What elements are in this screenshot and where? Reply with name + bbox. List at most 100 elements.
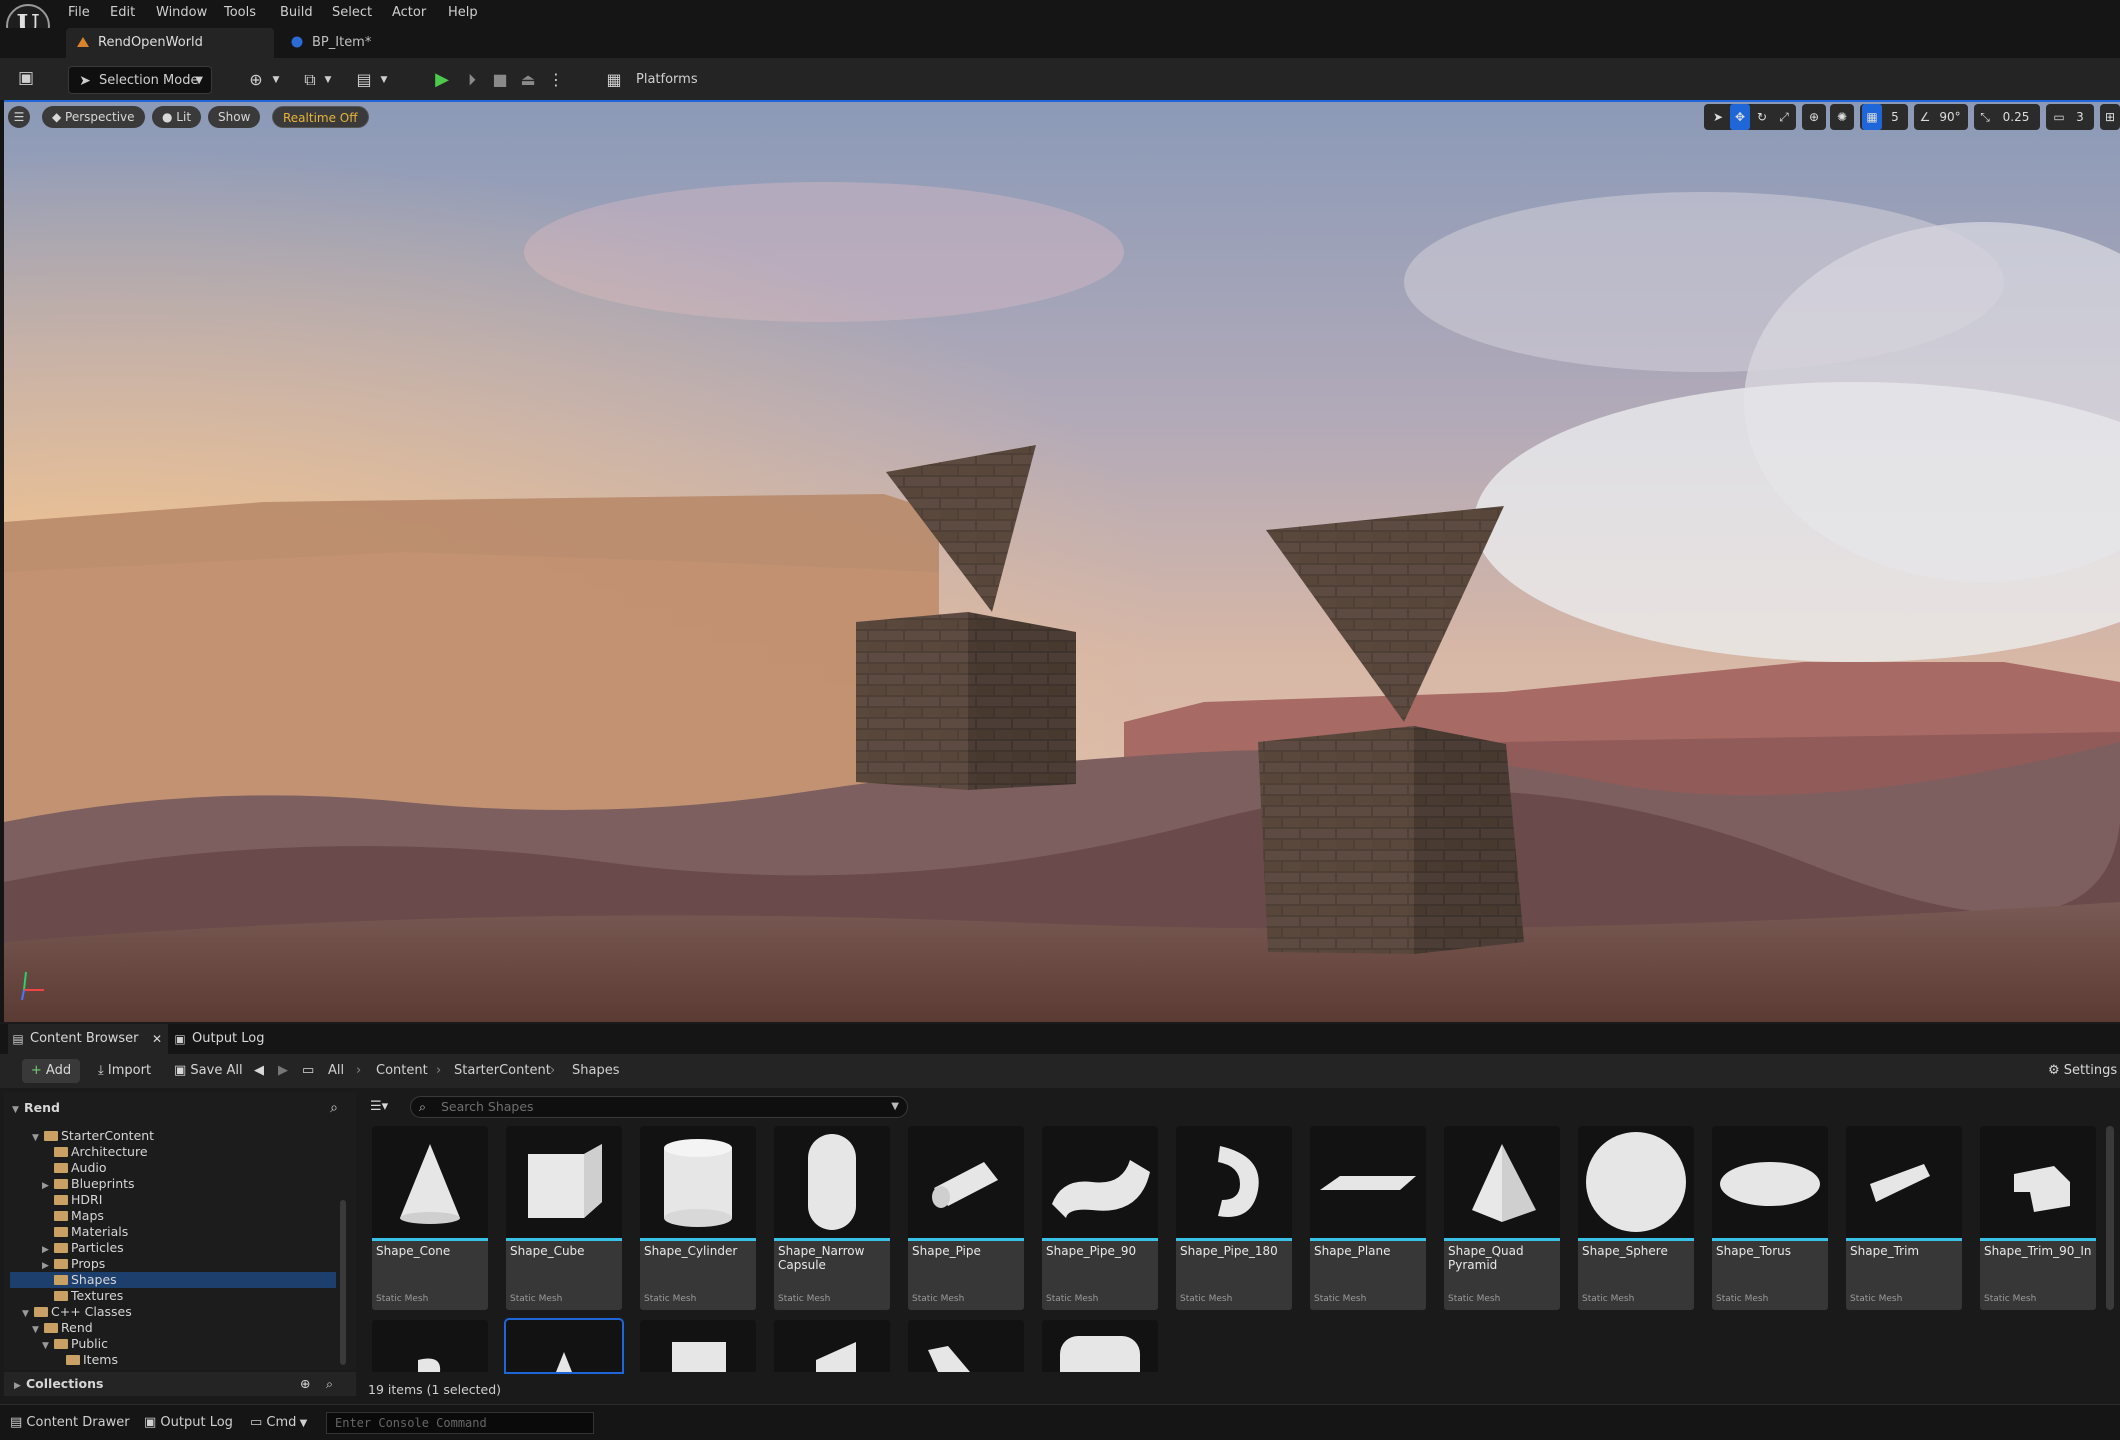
- search-icon[interactable]: ⌕: [326, 1372, 333, 1396]
- tree-item-props[interactable]: ▶ Props: [42, 1256, 105, 1272]
- tree-item-particles[interactable]: ▶ Particles: [42, 1240, 124, 1256]
- asset-tile[interactable]: [1042, 1320, 1158, 1372]
- folder-icon[interactable]: ▭: [302, 1059, 322, 1083]
- eject-icon[interactable]: ⏏: [514, 66, 542, 94]
- select-icon[interactable]: ➤: [1708, 104, 1728, 130]
- chevron-down-icon[interactable]: ▼: [370, 66, 398, 94]
- back-icon[interactable]: ◀: [254, 1059, 274, 1083]
- menu-file[interactable]: File: [68, 2, 90, 24]
- layout-icon[interactable]: ⊞: [2100, 104, 2120, 130]
- menu-select[interactable]: Select: [332, 2, 372, 24]
- collections-header[interactable]: ▶ Collections ⊕ ⌕: [4, 1372, 356, 1396]
- breadcrumb-startercontent[interactable]: StarterContent: [454, 1059, 551, 1083]
- tab-content-browser[interactable]: ▤ Content Browser ✕: [8, 1024, 168, 1054]
- platforms-dropdown[interactable]: ▦ Platforms ▼: [596, 66, 697, 113]
- asset-tile[interactable]: Shape_Pipe_180 Static Mesh: [1176, 1126, 1292, 1310]
- asset-tile[interactable]: Shape_Trim Static Mesh: [1846, 1126, 1962, 1310]
- menu-help[interactable]: Help: [448, 2, 478, 24]
- hamburger-menu-icon[interactable]: ☰: [8, 106, 30, 128]
- surface-snap-icon[interactable]: ✺: [1830, 104, 1854, 130]
- breadcrumb-all[interactable]: All: [328, 1059, 344, 1083]
- scale-snap-button[interactable]: ⤡ 0.25: [1974, 104, 2040, 130]
- tree-item-blueprints[interactable]: ▶ Blueprints: [42, 1176, 135, 1192]
- tree-item-public[interactable]: ▼ Public: [42, 1336, 108, 1352]
- asset-tile[interactable]: Shape_Pipe_90 Static Mesh: [1042, 1126, 1158, 1310]
- selection-mode-dropdown[interactable]: ➤ Selection Mode ▼: [68, 66, 212, 94]
- show-button[interactable]: Show: [208, 106, 261, 128]
- tree-item-cpp-classes[interactable]: ▼ C++ Classes: [22, 1304, 132, 1320]
- asset-tile[interactable]: Shape_Quad Pyramid Static Mesh: [1444, 1126, 1560, 1310]
- chevron-down-icon[interactable]: ▼: [314, 66, 342, 94]
- search-icon[interactable]: ⌕: [320, 1094, 348, 1122]
- scale-icon[interactable]: ⤢: [1774, 104, 1794, 130]
- menu-edit[interactable]: Edit: [110, 2, 135, 24]
- asset-tile[interactable]: [908, 1320, 1024, 1372]
- output-log-button[interactable]: ▣ Output Log: [144, 1412, 233, 1434]
- perspective-button[interactable]: ◆ Perspective: [42, 106, 145, 128]
- tree-item-rend[interactable]: ▼ Rend: [32, 1320, 93, 1336]
- camera-speed-button[interactable]: ▭ 3: [2046, 104, 2094, 130]
- asset-tile[interactable]: [774, 1320, 890, 1372]
- cmd-dropdown[interactable]: ▭ Cmd ▼: [250, 1412, 307, 1434]
- tree-item-hdri[interactable]: HDRI: [54, 1192, 102, 1208]
- import-button[interactable]: ⤓ Import: [98, 1059, 162, 1083]
- tree-item-shapes[interactable]: Shapes: [54, 1272, 117, 1288]
- tree-item-items[interactable]: Items: [66, 1352, 118, 1368]
- search-input[interactable]: ⌕ Search Shapes ▼: [410, 1096, 908, 1118]
- asset-tile[interactable]: Shape_Cube Static Mesh: [506, 1126, 622, 1310]
- asset-tile[interactable]: Shape_Plane Static Mesh: [1310, 1126, 1426, 1310]
- content-drawer-button[interactable]: ▤ Content Drawer: [10, 1412, 130, 1434]
- tree-item-architecture[interactable]: Architecture: [54, 1144, 148, 1160]
- asset-tile[interactable]: Shape_Cylinder Static Mesh: [640, 1126, 756, 1310]
- add-collection-icon[interactable]: ⊕: [300, 1372, 310, 1396]
- tree-item-maps[interactable]: Maps: [54, 1208, 104, 1224]
- step-icon[interactable]: ⏵: [458, 66, 486, 94]
- perspective-icon: ◆: [52, 110, 66, 124]
- rotate-icon[interactable]: ↻: [1752, 104, 1772, 130]
- asset-tile[interactable]: Shape_Pipe Static Mesh: [908, 1126, 1024, 1310]
- translate-icon[interactable]: ✥: [1730, 104, 1750, 130]
- forward-icon[interactable]: ▶: [278, 1059, 298, 1083]
- settings-button[interactable]: ⚙ Settings: [2048, 1059, 2118, 1083]
- asset-tile[interactable]: Shape_Cone Static Mesh: [372, 1126, 488, 1310]
- level-viewport[interactable]: [4, 100, 2120, 1022]
- grid-snap-button[interactable]: ▦ 5: [1860, 104, 1908, 130]
- realtime-off-button[interactable]: Realtime Off: [272, 106, 369, 128]
- tab-blueprint[interactable]: BP_Item*: [280, 28, 440, 58]
- asset-tile[interactable]: Shape_Sphere Static Mesh: [1578, 1126, 1694, 1310]
- save-icon[interactable]: ▣: [12, 64, 40, 92]
- asset-tile[interactable]: Shape_Trim_90_In Static Mesh: [1980, 1126, 2096, 1310]
- stop-icon[interactable]: ■: [486, 66, 514, 94]
- tree-item-audio[interactable]: Audio: [54, 1160, 107, 1176]
- filter-icon[interactable]: ☰▾: [370, 1096, 404, 1118]
- add-button[interactable]: + Add: [22, 1059, 80, 1083]
- rotation-snap-button[interactable]: ∠ 90°: [1914, 104, 1968, 130]
- world-local-icon[interactable]: ⊕: [1802, 104, 1826, 130]
- asset-scrollbar[interactable]: [2106, 1126, 2114, 1310]
- close-icon[interactable]: ✕: [152, 1024, 162, 1054]
- lit-button[interactable]: ● Lit: [152, 106, 202, 128]
- tree-item-startercontent[interactable]: ▼ StarterContent: [32, 1128, 154, 1144]
- breadcrumb-shapes[interactable]: Shapes: [572, 1059, 619, 1083]
- menu-tools[interactable]: Tools: [224, 2, 256, 24]
- menu-build[interactable]: Build: [280, 2, 313, 24]
- menu-actor[interactable]: Actor: [392, 2, 426, 24]
- asset-tile[interactable]: Shape_Narrow Capsule Static Mesh: [774, 1126, 890, 1310]
- tree-scrollbar[interactable]: [340, 1200, 346, 1365]
- breadcrumb-content[interactable]: Content: [376, 1059, 428, 1083]
- console-input[interactable]: Enter Console Command: [326, 1412, 594, 1434]
- asset-tile[interactable]: [372, 1320, 488, 1372]
- tree-item-materials[interactable]: Materials: [54, 1224, 128, 1240]
- tab-level[interactable]: RendOpenWorld: [66, 28, 274, 58]
- tree-item-textures[interactable]: Textures: [54, 1288, 123, 1304]
- menu-window[interactable]: Window: [156, 2, 207, 24]
- tab-output-log[interactable]: ▣ Output Log: [170, 1024, 280, 1054]
- save-all-button[interactable]: ▣ Save All: [174, 1059, 244, 1083]
- play-icon[interactable]: ▶: [428, 66, 456, 94]
- chevron-down-icon[interactable]: ▼: [262, 66, 290, 94]
- more-options-icon[interactable]: ⋮: [542, 66, 570, 94]
- tree-root[interactable]: ▼ Rend: [12, 1100, 60, 1116]
- asset-tile[interactable]: Shape_Torus Static Mesh: [1712, 1126, 1828, 1310]
- asset-tile-selected[interactable]: [504, 1318, 624, 1374]
- asset-tile[interactable]: [640, 1320, 756, 1372]
